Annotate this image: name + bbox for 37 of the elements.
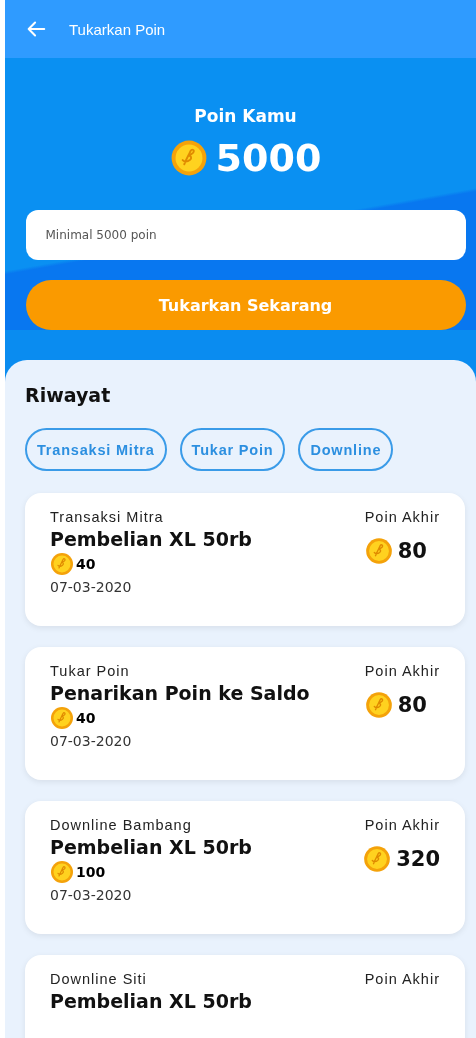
transaction-date: 07-03-2020 bbox=[50, 579, 133, 595]
final-points: 80 bbox=[397, 539, 427, 563]
coin-icon bbox=[50, 552, 74, 576]
transaction-date: 07-03-2020 bbox=[50, 887, 133, 903]
final-points-label: Poin Akhir bbox=[364, 509, 440, 525]
filter-chip[interactable]: Downline bbox=[298, 428, 394, 471]
coin-icon bbox=[364, 537, 393, 565]
history-heading: Riwayat bbox=[25, 384, 112, 406]
points-input-field[interactable]: Minimal 5000 poin bbox=[25, 210, 466, 260]
transaction-title: Pembelian XL 50rb bbox=[50, 528, 252, 550]
coin-icon bbox=[364, 691, 393, 719]
transaction-category: Transaksi Mitra bbox=[50, 509, 165, 525]
transaction-title: Pembelian XL 50rb bbox=[50, 990, 252, 1012]
screen-title: Tukarkan Poin bbox=[69, 20, 166, 38]
points-balance: 5000 bbox=[215, 136, 322, 180]
final-points-label: Poin Akhir bbox=[364, 971, 440, 987]
transaction-date: 07-03-2020 bbox=[50, 733, 133, 749]
filter-chip[interactable]: Transaksi Mitra bbox=[25, 428, 167, 471]
final-points: 320 bbox=[396, 847, 440, 871]
coin-icon bbox=[50, 706, 74, 730]
coin-icon bbox=[169, 139, 208, 177]
coin-icon bbox=[50, 860, 74, 884]
earned-points: 40 bbox=[76, 710, 96, 726]
earned-points: 40 bbox=[76, 556, 96, 572]
final-points-label: Poin Akhir bbox=[364, 817, 440, 833]
transaction-category: Downline Bambang bbox=[50, 817, 193, 833]
filter-chip[interactable]: Tukar Poin bbox=[179, 428, 286, 471]
earned-points: 100 bbox=[76, 864, 106, 880]
redeem-button[interactable]: Tukarkan Sekarang bbox=[25, 280, 466, 330]
transaction-category: Downline Siti bbox=[50, 971, 148, 987]
final-points: 80 bbox=[397, 693, 427, 717]
points-label: Poin Kamu bbox=[194, 106, 297, 126]
transaction-title: Pembelian XL 50rb bbox=[50, 836, 252, 858]
final-points-label: Poin Akhir bbox=[364, 663, 440, 679]
coin-icon bbox=[363, 845, 392, 873]
transaction-title: Penarikan Poin ke Saldo bbox=[50, 682, 310, 704]
transaction-category: Tukar Poin bbox=[50, 663, 131, 679]
